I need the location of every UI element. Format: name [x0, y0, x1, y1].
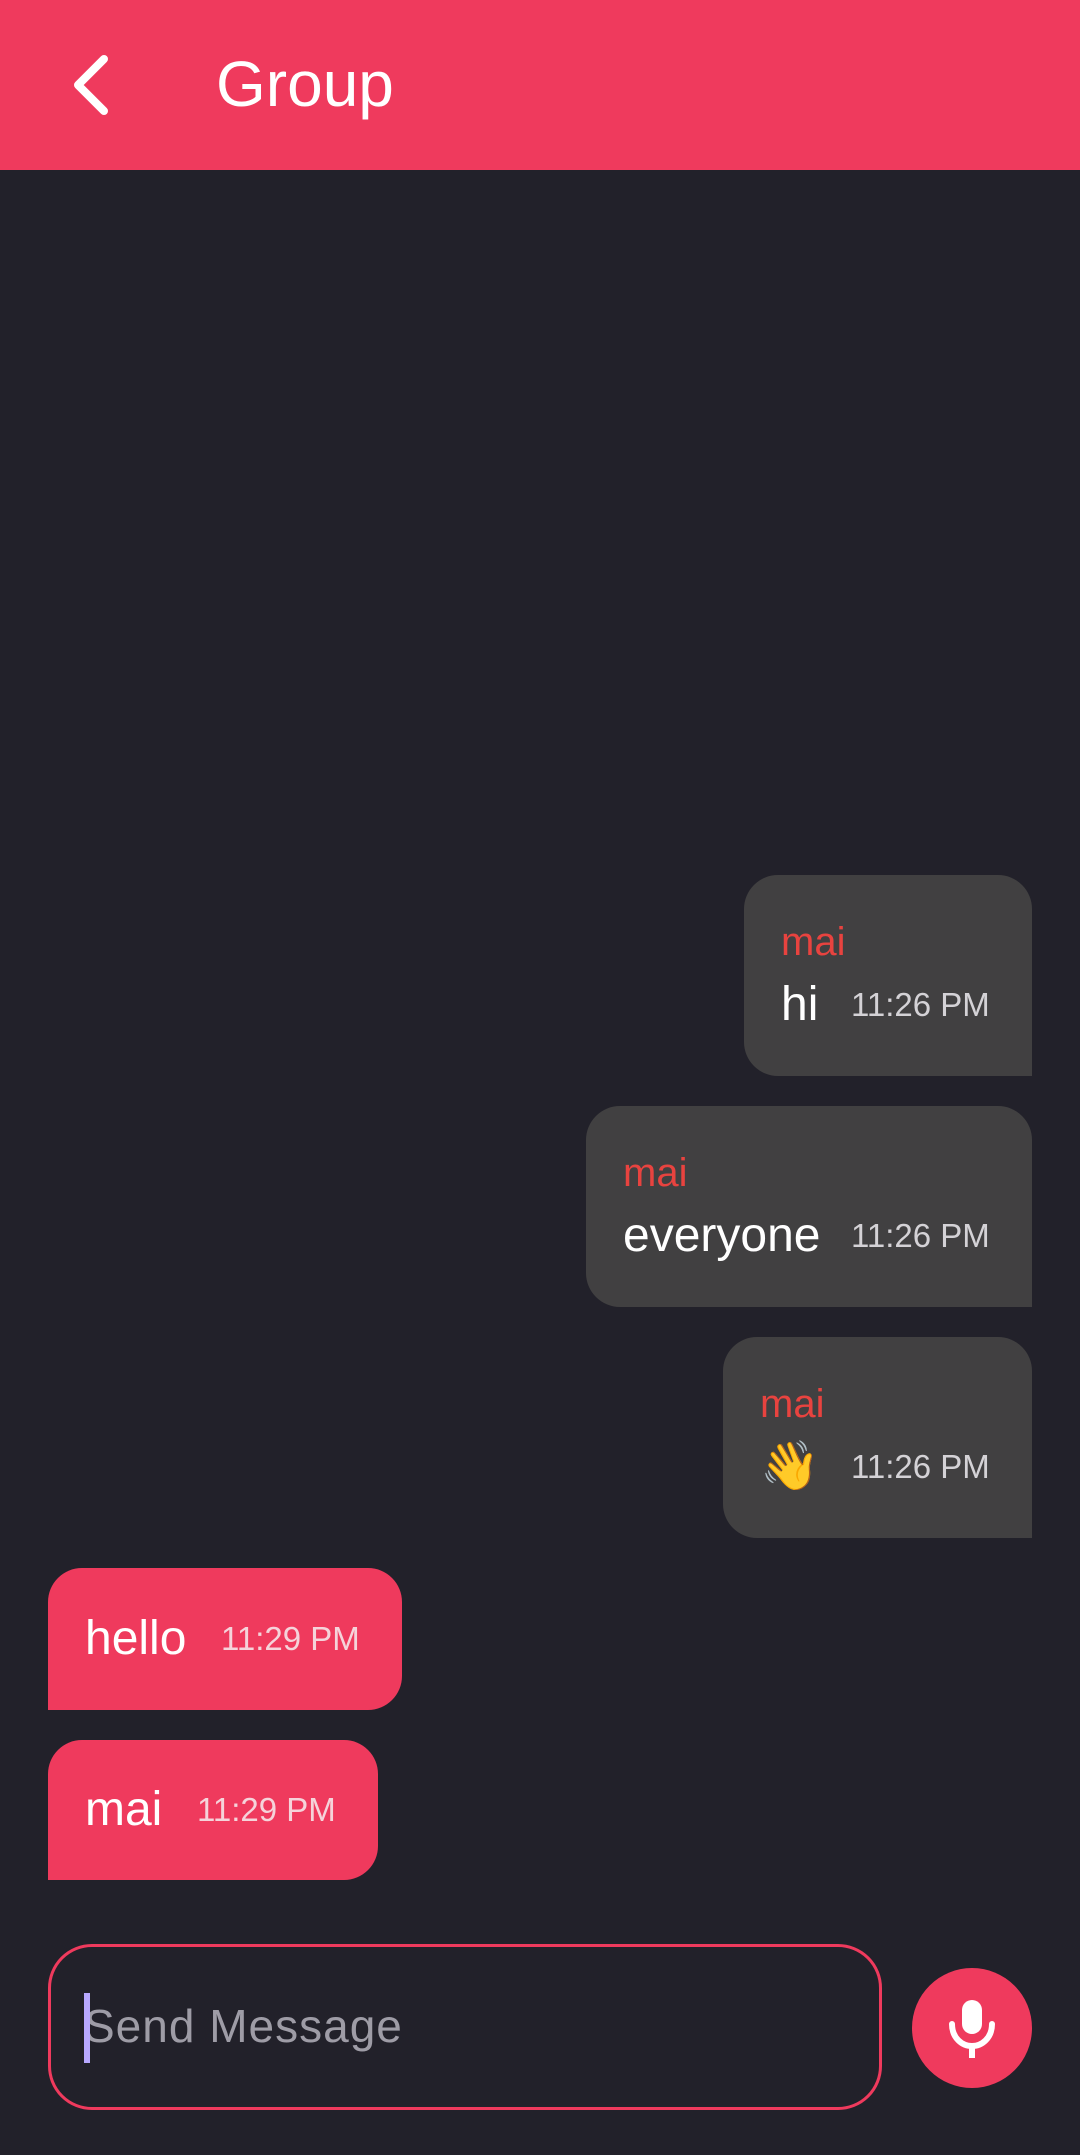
message-time: 11:26 PM [851, 1448, 990, 1485]
message-text: 👋 [760, 1440, 820, 1493]
message-time: 11:29 PM [221, 1620, 360, 1657]
back-button[interactable] [50, 40, 130, 130]
message-bubble-outgoing[interactable]: mai 11:29 PM [48, 1740, 378, 1880]
message-text: hi [781, 978, 819, 1031]
chevron-left-icon [74, 55, 108, 115]
message-text: hello [85, 1612, 187, 1665]
sender-name: mai [760, 1382, 825, 1426]
message-time: 11:26 PM [851, 1217, 990, 1254]
message-bubble-incoming[interactable]: mai 👋 11:26 PM [723, 1337, 1032, 1538]
message-bubble-outgoing[interactable]: hello 11:29 PM [48, 1568, 402, 1710]
microphone-icon [949, 2000, 995, 2058]
sender-name: mai [781, 920, 846, 964]
voice-record-button[interactable] [912, 1968, 1032, 2088]
message-text: mai [85, 1783, 163, 1836]
app-bar: Group [0, 0, 1080, 170]
sender-name: mai [623, 1151, 688, 1195]
message-input-placeholder: Send Message [84, 2000, 403, 2052]
message-time: 11:26 PM [851, 986, 990, 1023]
message-bubble-incoming[interactable]: mai hi 11:26 PM [744, 875, 1032, 1076]
text-cursor [84, 1993, 90, 2063]
message-time: 11:29 PM [197, 1791, 336, 1828]
message-text: everyone [623, 1209, 821, 1262]
page-title: Group [216, 48, 394, 120]
message-bubble-incoming[interactable]: mai everyone 11:26 PM [586, 1106, 1032, 1307]
